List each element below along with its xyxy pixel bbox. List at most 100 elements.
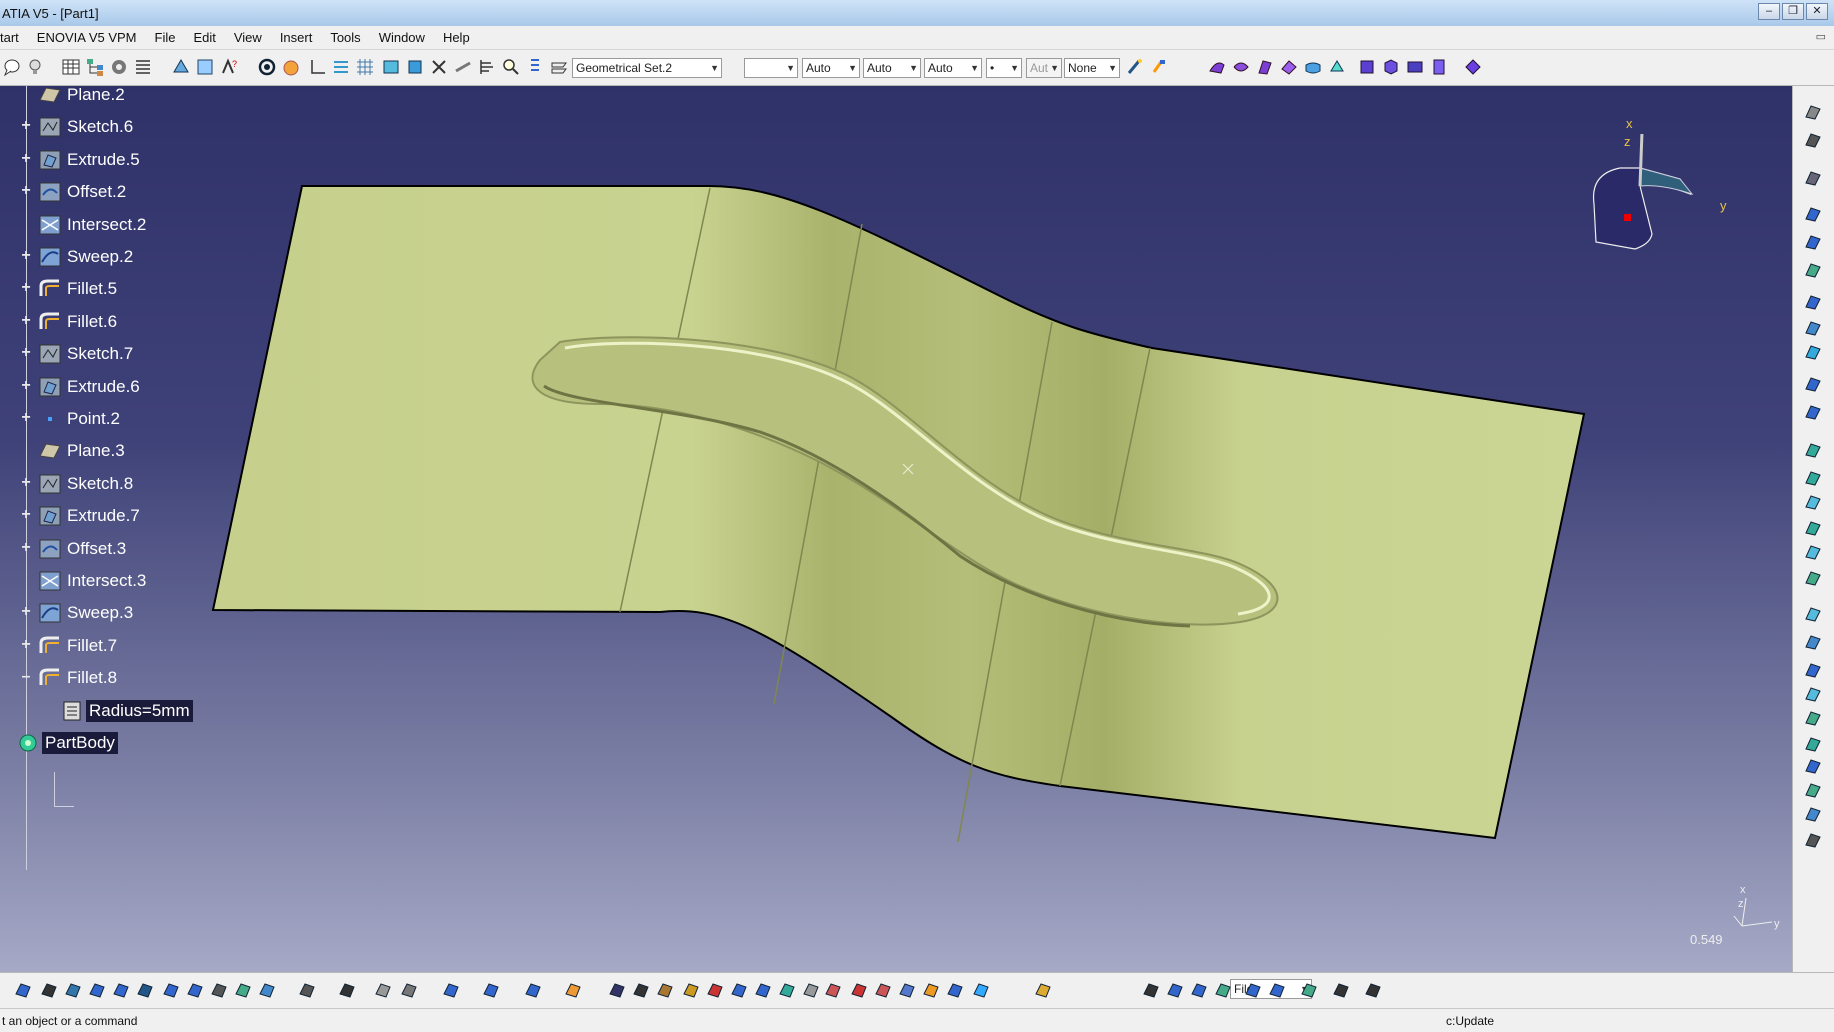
sphere-icon[interactable] <box>1801 490 1825 514</box>
grid-surface-icon[interactable] <box>848 979 870 1001</box>
constraint-icon[interactable] <box>194 56 216 78</box>
tree-item-label[interactable]: Extrude.5 <box>64 149 143 171</box>
solid-tool-1-icon[interactable] <box>1356 56 1378 78</box>
zoom-out-icon[interactable] <box>110 979 132 1001</box>
grid-icon[interactable] <box>354 56 376 78</box>
menu-enovia[interactable]: ENOVIA V5 VPM <box>28 30 146 45</box>
analysis-icon[interactable]: ? <box>218 56 240 78</box>
sphere-tool-icon[interactable] <box>970 979 992 1001</box>
expand-icon[interactable]: + <box>20 183 32 199</box>
point-tool-icon[interactable] <box>1801 202 1825 226</box>
list-icon[interactable] <box>132 56 154 78</box>
tree-item-label[interactable]: PartBody <box>42 732 118 754</box>
tree-item-label[interactable]: Offset.3 <box>64 538 129 560</box>
revolve-icon[interactable] <box>1801 466 1825 490</box>
globe-icon[interactable] <box>944 979 966 1001</box>
paste-icon[interactable] <box>398 979 420 1001</box>
maximize-button[interactable]: ❐ <box>1782 3 1804 20</box>
transform-icon[interactable] <box>1801 802 1825 826</box>
menu-start[interactable]: tart <box>0 30 28 45</box>
tree-item[interactable]: + Fillet.5 <box>21 274 120 304</box>
solid-tool-2-icon[interactable] <box>1380 56 1402 78</box>
fillet-tool-icon[interactable] <box>1801 778 1825 802</box>
update-icon[interactable] <box>256 56 278 78</box>
tree-item-label[interactable]: Extrude.7 <box>64 505 143 527</box>
solid-tool-3-icon[interactable] <box>1404 56 1426 78</box>
axis-system-icon[interactable] <box>306 56 328 78</box>
copy-icon[interactable] <box>372 979 394 1001</box>
solid-tool-4-icon[interactable] <box>1428 56 1450 78</box>
cube-icon[interactable] <box>480 979 502 1001</box>
speech-icon[interactable] <box>0 56 22 78</box>
tree-item-label[interactable]: Plane.3 <box>64 440 128 462</box>
tree-item[interactable]: + Sweep.2 <box>21 242 136 272</box>
multi-select-icon[interactable] <box>1801 128 1825 152</box>
tree-item-label[interactable]: Offset.2 <box>64 181 129 203</box>
expand-icon[interactable]: + <box>20 539 32 555</box>
rotate-icon[interactable] <box>62 979 84 1001</box>
spline-icon[interactable] <box>1801 400 1825 424</box>
weight-combo[interactable]: Auto ▼ <box>924 58 982 78</box>
geometrical-set-icon[interactable] <box>548 56 570 78</box>
expand-icon[interactable]: + <box>20 280 32 296</box>
hand-icon[interactable] <box>280 56 302 78</box>
camera-icon[interactable] <box>336 979 358 1001</box>
close-button[interactable]: ✕ <box>1806 3 1828 20</box>
extrapolate-icon[interactable] <box>1801 828 1825 852</box>
tree-item-label[interactable]: Radius=5mm <box>86 699 193 722</box>
layers-icon[interactable] <box>776 979 798 1001</box>
tree-item-label[interactable]: Fillet.8 <box>64 667 120 689</box>
menu-insert[interactable]: Insert <box>271 30 322 45</box>
part-geometry[interactable] <box>0 86 1792 972</box>
geometrical-set-combo[interactable]: Geometrical Set.2 ▼ <box>572 58 722 78</box>
tree-item[interactable]: + Fillet.6 <box>21 307 120 337</box>
expand-icon[interactable]: + <box>20 410 32 426</box>
tree-item-label[interactable]: Fillet.6 <box>64 311 120 333</box>
tree-item[interactable]: + Extrude.7 <box>21 501 143 531</box>
connect-icon[interactable] <box>704 979 726 1001</box>
tree-item[interactable]: Plane.2 <box>36 80 128 110</box>
hand-tool-icon[interactable] <box>562 979 584 1001</box>
surface-tool-3-icon[interactable] <box>1254 56 1276 78</box>
surface-tool-1-icon[interactable] <box>1206 56 1228 78</box>
split-icon[interactable] <box>1801 682 1825 706</box>
color-tool-icon[interactable] <box>920 979 942 1001</box>
surface-tool-5-icon[interactable] <box>1302 56 1324 78</box>
tree-item-label[interactable]: Sketch.8 <box>64 473 136 495</box>
sweep-surface-icon[interactable] <box>1801 540 1825 564</box>
sketcher-icon[interactable] <box>1801 166 1825 190</box>
pan-icon[interactable] <box>38 979 60 1001</box>
surface-tool-icon[interactable] <box>1212 979 1234 1001</box>
blend-surface-icon[interactable] <box>728 979 750 1001</box>
tree-item-parameter[interactable]: Radius=5mm <box>58 696 193 726</box>
point-symbol-combo[interactable]: • ▼ <box>986 58 1022 78</box>
3d-viewport[interactable]: x z y x z y <box>0 86 1792 972</box>
table-icon[interactable] <box>60 56 82 78</box>
line-tool-icon[interactable] <box>1801 230 1825 254</box>
search-icon[interactable] <box>500 56 522 78</box>
line-type-combo[interactable]: Auto ▼ <box>802 58 860 78</box>
tree-item-label[interactable]: Fillet.5 <box>64 278 120 300</box>
circle-icon[interactable] <box>1801 372 1825 396</box>
menu-file[interactable]: File <box>146 30 185 45</box>
tree-item[interactable]: Plane.3 <box>36 436 128 466</box>
steps-icon[interactable] <box>524 56 546 78</box>
hide-show-icon[interactable] <box>208 979 230 1001</box>
mesh-icon[interactable] <box>872 979 894 1001</box>
expand-icon[interactable]: + <box>20 604 32 620</box>
cut-icon[interactable] <box>428 56 450 78</box>
macro-icon[interactable] <box>1362 979 1384 1001</box>
tree-item[interactable]: + Extrude.6 <box>21 372 143 402</box>
boolean-icon[interactable] <box>606 979 628 1001</box>
layer-combo[interactable]: None ▼ <box>1064 58 1120 78</box>
plane-tool-icon[interactable] <box>380 56 402 78</box>
tree-item-partbody[interactable]: PartBody <box>14 728 118 758</box>
tree-item[interactable]: + Offset.3 <box>21 534 129 564</box>
open-folder-icon[interactable] <box>1032 979 1054 1001</box>
sheet-icon[interactable] <box>630 979 652 1001</box>
menu-tools[interactable]: Tools <box>321 30 369 45</box>
arc-tool-icon[interactable] <box>1164 979 1186 1001</box>
project-icon[interactable] <box>1801 290 1825 314</box>
table-tool-icon[interactable] <box>1330 979 1352 1001</box>
bottle-icon[interactable] <box>654 979 676 1001</box>
